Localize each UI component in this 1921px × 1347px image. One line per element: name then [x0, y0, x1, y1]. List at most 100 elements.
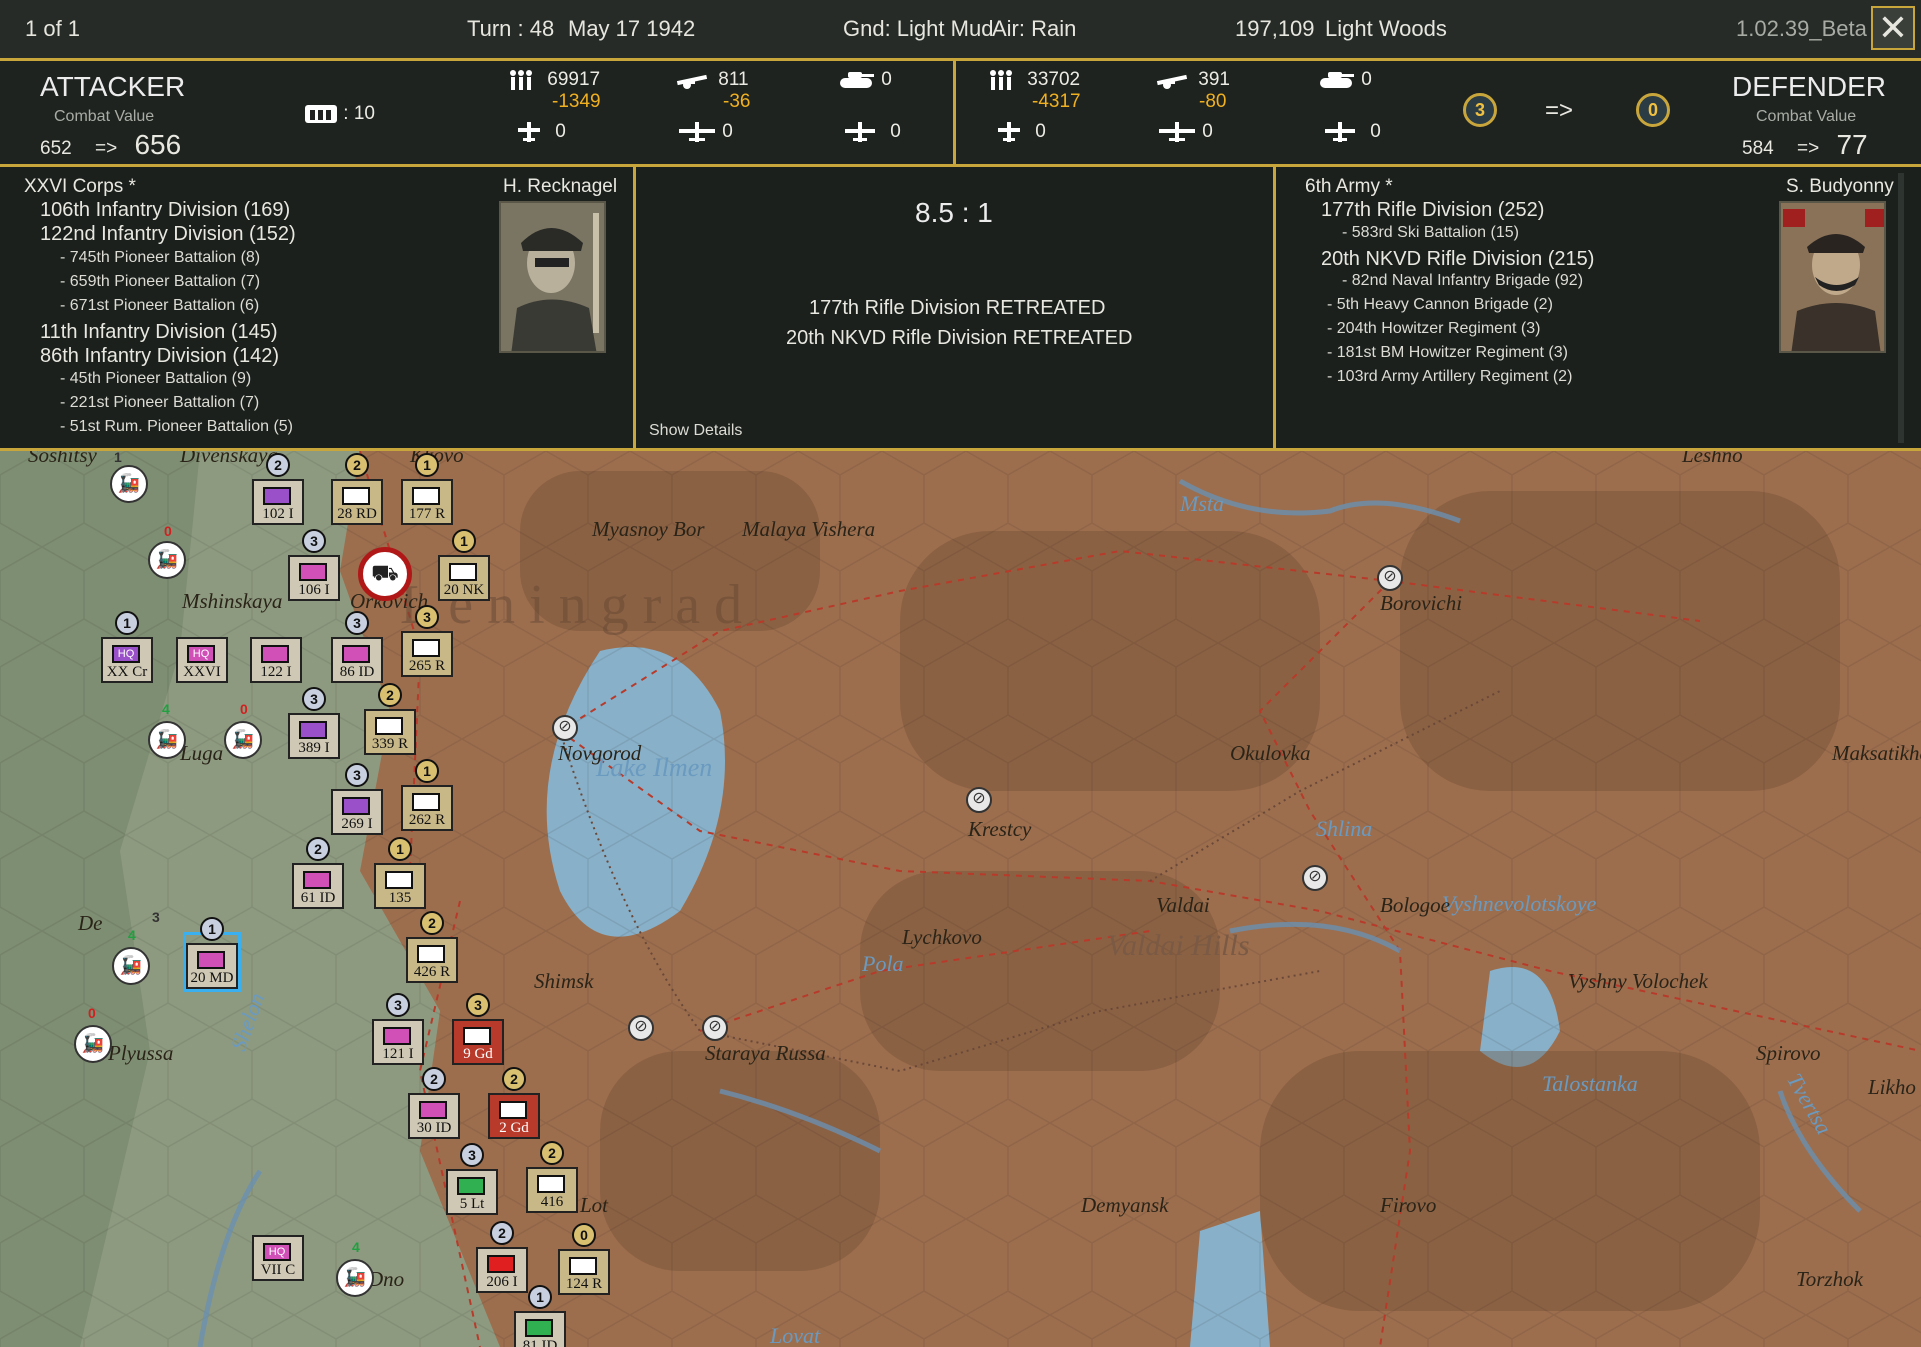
unit-counter[interactable]: 3 269 I — [331, 763, 383, 835]
railhead-icon[interactable]: 🚂 — [336, 1259, 374, 1297]
defender-commander-portrait[interactable] — [1779, 201, 1886, 353]
oob-line[interactable]: 20th NKVD Rifle Division (215) — [1321, 248, 1594, 271]
town-label: Lychkovo — [902, 925, 982, 949]
unit-counter[interactable]: 0 124 R — [558, 1223, 610, 1295]
defender-commander-name: S. Budyonny — [1786, 176, 1894, 197]
unit-counter[interactable]: HQ XXVI — [176, 629, 228, 683]
railhead-icon[interactable]: 🚂 — [224, 721, 262, 759]
attacker-air2-value: 0 — [722, 121, 733, 143]
unit-counter[interactable]: 1 20 NK — [438, 529, 490, 601]
town-label: Novgorod — [558, 741, 642, 765]
hex-map[interactable]: Msta Lake Ilmen Shlina Vyshnevolotskoye … — [0, 451, 1921, 1347]
attacker-commander-portrait[interactable] — [499, 201, 606, 353]
artillery-icon — [1156, 74, 1188, 89]
airfield-icon[interactable]: ⊘ — [628, 1015, 654, 1041]
oob-line[interactable]: - 583rd Ski Battalion (15) — [1342, 224, 1519, 242]
unit-strength-badge: 3 — [460, 1143, 484, 1167]
unit-strength-badge: 2 — [540, 1141, 564, 1165]
railhead-icon[interactable]: 🚂 — [148, 721, 186, 759]
unit-counter[interactable]: 2 61 ID — [292, 837, 344, 909]
unit-counter[interactable]: HQ 1 XX Cr — [101, 611, 153, 683]
unit-strength-badge: 2 — [490, 1221, 514, 1245]
unit-strength-badge: 1 — [115, 611, 139, 635]
oob-line[interactable]: - 181st BM Howitzer Regiment (3) — [1327, 344, 1568, 362]
unit-strength-badge: 2 — [420, 911, 444, 935]
unit-counter[interactable]: 3 86 ID — [331, 611, 383, 683]
oob-line[interactable]: - 659th Pioneer Battalion (7) — [60, 273, 260, 291]
unit-strength-badge: 3 — [466, 993, 490, 1017]
unit-counter[interactable]: 1 177 R — [401, 453, 453, 525]
rail-badge: 4 — [162, 701, 170, 717]
oob-line[interactable]: 11th Infantry Division (145) — [40, 321, 278, 344]
oob-line[interactable]: - 5th Heavy Cannon Brigade (2) — [1327, 296, 1553, 314]
unit-counter[interactable]: 3 9 Gd — [452, 993, 504, 1065]
unit-counter[interactable]: 2 426 R — [406, 911, 458, 983]
bomber-icon — [679, 122, 715, 142]
railhead-icon[interactable]: 🚂 — [112, 947, 150, 985]
oob-line[interactable]: XXVI Corps * — [24, 176, 136, 198]
show-details-link[interactable]: Show Details — [649, 422, 742, 440]
town-label: Divenskaya — [180, 451, 278, 467]
unit-counter[interactable]: 2 339 R — [364, 683, 416, 755]
town-label: Likho — [1868, 1075, 1916, 1099]
town-label: Lot — [580, 1193, 609, 1217]
unit-counter[interactable]: 2 2 Gd — [488, 1067, 540, 1139]
unit-counter[interactable]: 1 262 R — [401, 759, 453, 831]
airfield-icon[interactable]: ⊘ — [966, 787, 992, 813]
oob-line[interactable]: - 51st Rum. Pioneer Battalion (5) — [60, 418, 293, 436]
oob-line[interactable]: 106th Infantry Division (169) — [40, 199, 290, 222]
fighter-icon — [518, 122, 540, 142]
oob-line[interactable]: - 745th Pioneer Battalion (8) — [60, 249, 260, 267]
unit-counter[interactable]: 1 81 ID — [514, 1285, 566, 1347]
oob-line[interactable]: - 45th Pioneer Battalion (9) — [60, 370, 251, 388]
town-label: Valdai — [1156, 893, 1210, 917]
railhead-icon[interactable]: 🚂 — [74, 1025, 112, 1063]
hq-symbol: HQ — [112, 645, 140, 663]
unit-counter[interactable]: 2 102 I — [252, 453, 304, 525]
airfield-icon[interactable]: ⊘ — [1302, 865, 1328, 891]
oob-line[interactable]: 177th Rifle Division (252) — [1321, 199, 1544, 222]
defender-cv-after: 77 — [1836, 129, 1868, 160]
attacker-men-loss: -1349 — [552, 91, 601, 113]
unit-counter[interactable]: 2 206 I — [476, 1221, 528, 1293]
unit-strength-badge: 3 — [345, 611, 369, 635]
railhead-icon[interactable]: 🚂 — [148, 541, 186, 579]
railhead-icon[interactable]: 🚂 — [110, 465, 148, 503]
armor-attack-marker-icon[interactable]: ⛟ — [358, 547, 412, 601]
unit-counter[interactable]: HQ VII C — [252, 1227, 304, 1281]
oob-line[interactable]: - 671st Pioneer Battalion (6) — [60, 297, 259, 315]
page-counter[interactable]: 1 of 1 — [25, 16, 80, 42]
oob-line[interactable]: 86th Infantry Division (142) — [40, 345, 279, 368]
unit-counter[interactable]: 2 28 RD — [331, 453, 383, 525]
close-button[interactable]: ✕ — [1871, 6, 1915, 50]
airfield-icon[interactable]: ⊘ — [552, 715, 578, 741]
unit-strength-badge: 1 — [415, 453, 439, 477]
unit-counter[interactable]: 3 106 I — [288, 529, 340, 601]
unit-strength-badge: 1 — [388, 837, 412, 861]
oob-line[interactable]: - 82nd Naval Infantry Brigade (92) — [1342, 272, 1583, 290]
unit-counter-selected[interactable]: 1 20 MD — [183, 917, 241, 992]
unit-counter[interactable]: 3 121 I — [372, 993, 424, 1065]
unit-counter[interactable]: 3 389 I — [288, 687, 340, 759]
unit-counter[interactable]: 1 135 — [374, 837, 426, 909]
unit-counter[interactable]: 3 265 R — [401, 605, 453, 677]
airfield-icon[interactable]: ⊘ — [1377, 565, 1403, 591]
oob-line[interactable]: - 221st Pioneer Battalion (7) — [60, 394, 259, 412]
unit-counter[interactable]: 2 416 — [526, 1141, 578, 1213]
unit-counter[interactable]: 2 30 ID — [408, 1067, 460, 1139]
attacker-air1: 0 — [516, 121, 566, 143]
oob-line[interactable]: 6th Army * — [1305, 176, 1393, 198]
attacker-guns-value: 811 — [718, 69, 749, 90]
unit-strength-badge: 3 — [302, 687, 326, 711]
turn-label: Turn : 48 — [467, 16, 555, 41]
unit-counter[interactable]: 122 I — [250, 629, 302, 683]
town-label: Staraya Russa — [705, 1041, 826, 1065]
oob-line[interactable]: - 204th Howitzer Regiment (3) — [1327, 320, 1540, 338]
unit-counter[interactable]: 3 5 Lt — [446, 1143, 498, 1215]
defender-oob-scrollbar[interactable] — [1898, 173, 1904, 443]
oob-line[interactable]: 122nd Infantry Division (152) — [40, 223, 296, 246]
airfield-icon[interactable]: ⊘ — [702, 1015, 728, 1041]
ground-condition: Gnd: Light Mud — [843, 16, 994, 41]
unit-label: 206 I — [486, 1274, 518, 1290]
oob-line[interactable]: - 103rd Army Artillery Regiment (2) — [1327, 368, 1572, 386]
